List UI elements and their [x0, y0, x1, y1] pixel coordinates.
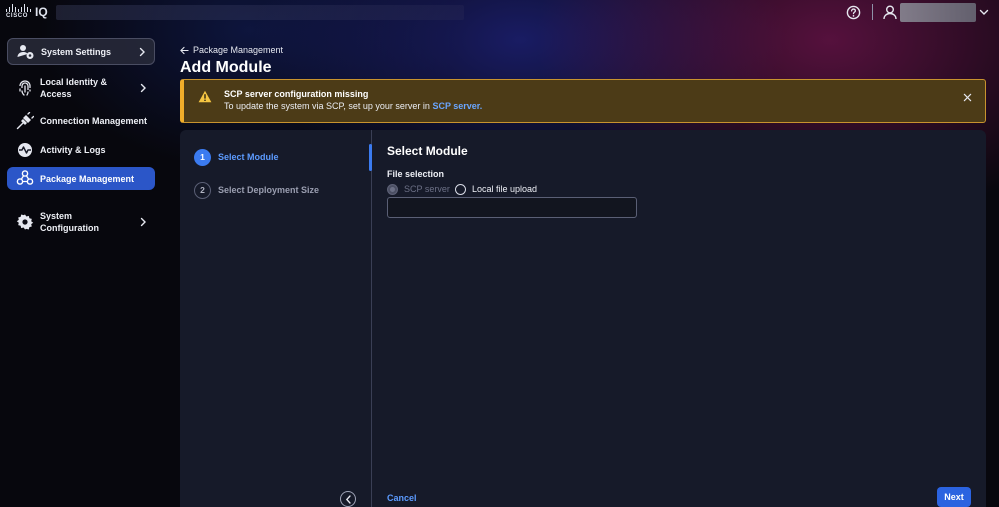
radio-label: SCP server: [404, 184, 450, 194]
scp-server-radio[interactable]: SCP server: [387, 182, 450, 196]
active-step-marker: [369, 144, 372, 171]
sidebar-item-system-configuration[interactable]: System Configuration: [7, 208, 155, 236]
package-icon: [16, 170, 34, 185]
step-number: 1: [194, 149, 211, 166]
chevron-right-icon: [139, 47, 145, 57]
file-selection-input[interactable]: [387, 197, 637, 218]
page-title: Add Module: [180, 59, 272, 76]
step-number: 2: [194, 182, 211, 199]
chevron-right-icon: [140, 83, 146, 93]
sidebar: System Settings Local Identity & Access …: [0, 32, 163, 507]
arrow-left-icon: [180, 46, 189, 54]
sidebar-item-label-line2: Configuration: [40, 223, 99, 233]
product-name: IQ: [35, 5, 48, 19]
top-separator: [872, 4, 873, 20]
banner-message-text: To update the system via SCP, set up you…: [224, 101, 433, 111]
chevron-left-icon: [345, 495, 351, 504]
sidebar-item-local-identity[interactable]: Local Identity & Access: [7, 74, 155, 102]
user-icon[interactable]: [882, 4, 898, 20]
banner-title: SCP server configuration missing: [224, 89, 369, 99]
section-title: Select Module: [387, 144, 468, 158]
warning-banner: SCP server configuration missing To upda…: [180, 79, 986, 123]
sidebar-item-connection-management[interactable]: Connection Management: [7, 110, 155, 132]
sidebar-item-package-management[interactable]: Package Management: [7, 167, 155, 190]
users-gear-icon: [17, 45, 34, 59]
gear-icon: [16, 214, 34, 230]
chevron-right-icon: [140, 217, 146, 227]
radio-dot: [455, 183, 466, 195]
local-file-upload-radio[interactable]: Local file upload: [455, 182, 537, 196]
logo-word: CISCO: [6, 13, 29, 19]
logo-bars-icon: [6, 4, 32, 12]
sidebar-item-label-line2: Access: [40, 89, 72, 99]
close-icon[interactable]: [963, 93, 972, 102]
redacted-top-area: [56, 5, 464, 20]
wizard-steps: 1 Select Module 2 Select Deployment Size: [180, 130, 371, 507]
wizard-panel: 1 Select Module 2 Select Deployment Size…: [180, 130, 986, 507]
radio-dot: [387, 183, 398, 195]
cancel-button[interactable]: Cancel: [387, 493, 417, 503]
sidebar-item-label: System Settings: [41, 47, 112, 57]
sidebar-item-activity-logs[interactable]: Activity & Logs: [7, 139, 155, 161]
activity-icon: [18, 143, 32, 157]
step-label: Select Deployment Size: [218, 185, 320, 195]
chevron-down-icon[interactable]: [978, 6, 990, 18]
sidebar-item-label: System: [40, 211, 73, 221]
sidebar-item-label: Package Management: [40, 174, 135, 184]
fingerprint-icon: [19, 80, 31, 96]
radio-label: Local file upload: [472, 184, 538, 194]
back-link[interactable]: Package Management: [180, 44, 283, 56]
plug-icon: [16, 112, 34, 130]
sidebar-item-system-settings[interactable]: System Settings: [7, 38, 155, 65]
step-label: Select Module: [218, 152, 279, 162]
scp-server-link[interactable]: SCP server.: [432, 101, 482, 111]
sidebar-item-label: Connection Management: [40, 116, 148, 126]
next-button[interactable]: Next: [937, 487, 971, 507]
back-link-label: Package Management: [193, 45, 284, 55]
cisco-logo[interactable]: CISCO: [6, 4, 32, 20]
warning-triangle-icon: [198, 90, 212, 103]
panel-divider: [371, 130, 372, 507]
banner-message: To update the system via SCP, set up you…: [224, 101, 482, 111]
sidebar-item-label: Local Identity &: [40, 77, 108, 87]
redacted-user-name[interactable]: [900, 3, 976, 22]
sidebar-item-label: Activity & Logs: [40, 145, 106, 155]
file-selection-label: File selection: [387, 169, 445, 179]
collapse-steps-button[interactable]: [340, 491, 356, 507]
help-circle-icon[interactable]: [846, 5, 861, 20]
top-bar: CISCO IQ: [0, 0, 999, 26]
